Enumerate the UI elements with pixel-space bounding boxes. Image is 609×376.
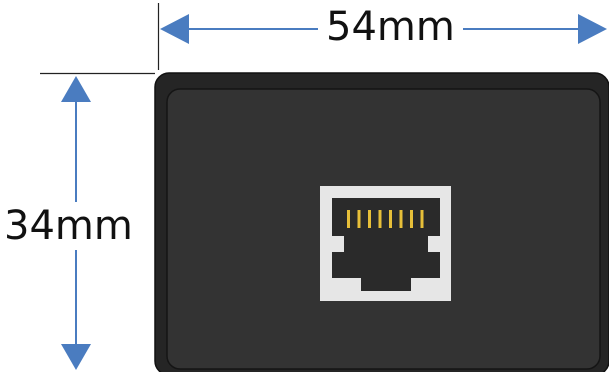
port-pin: [357, 210, 361, 228]
width-arrow-right-head-icon: [578, 14, 607, 44]
port-pin: [420, 210, 424, 228]
diagram-canvas: [40, 3, 609, 376]
port-pin: [410, 210, 413, 228]
port-pin: [378, 210, 382, 228]
port-pin: [368, 210, 371, 228]
dimension-diagram: 54mm 34mm: [0, 0, 609, 376]
port-pin: [389, 210, 392, 228]
height-arrow-bottom-head-icon: [61, 344, 91, 370]
height-arrow-top-head-icon: [61, 76, 91, 102]
port-pin: [347, 210, 350, 228]
width-arrow-left-head-icon: [160, 14, 189, 44]
rj45-port-icon: [320, 186, 451, 301]
width-dimension-label: 54mm: [318, 7, 463, 47]
height-dimension-label: 34mm: [2, 202, 135, 250]
port-pin: [399, 210, 403, 228]
